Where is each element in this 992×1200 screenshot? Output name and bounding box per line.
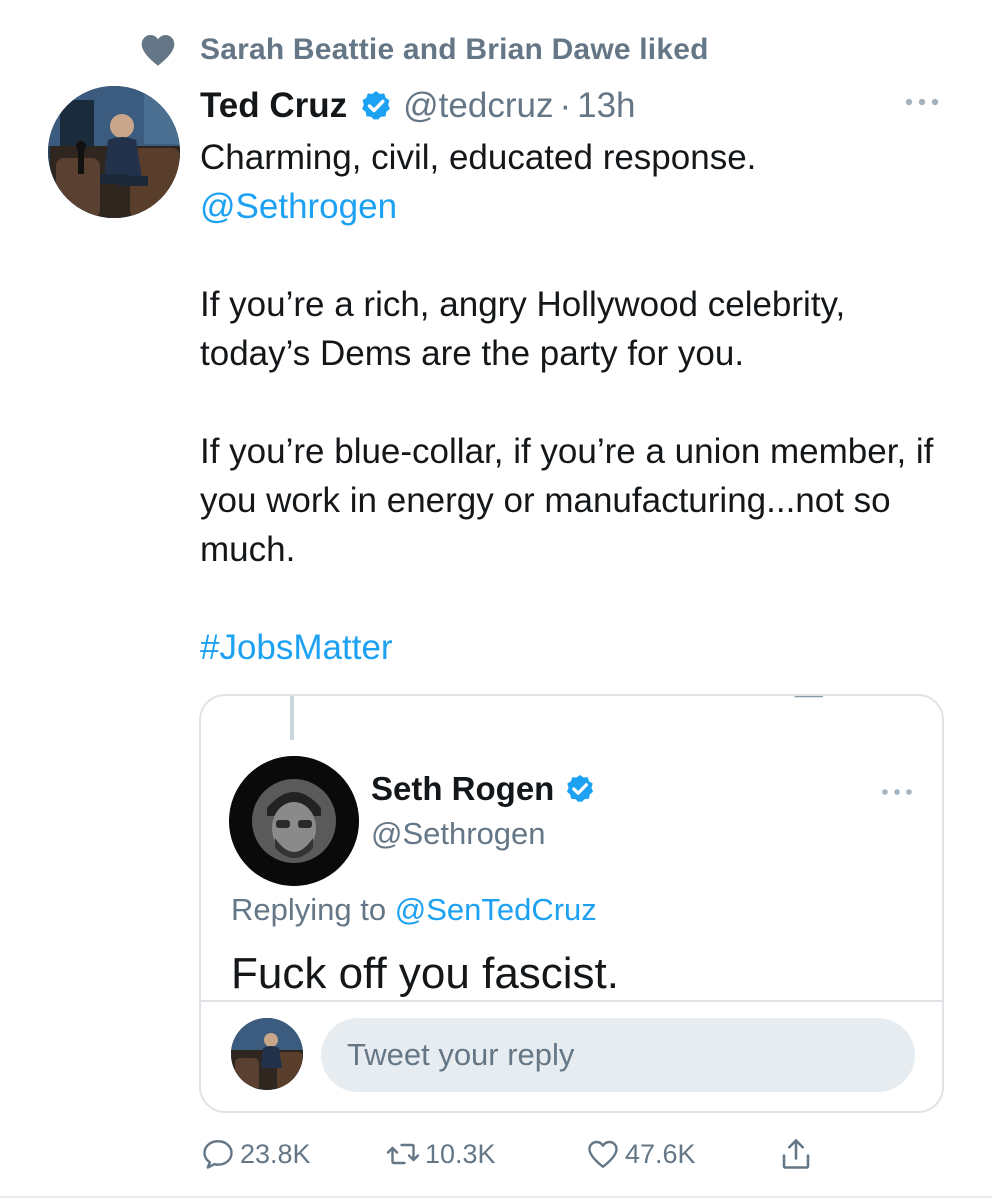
- embedded-screenshot-card[interactable]: Seth Rogen @Sethrogen Replying to @SenTe…: [199, 694, 944, 1113]
- thread-line: [290, 696, 294, 740]
- author-name[interactable]: Ted Cruz: [200, 86, 347, 126]
- tweet-body-paragraph-3: If you’re blue-collar, if you’re a union…: [200, 432, 934, 569]
- cropped-action-row-decoration: [794, 696, 823, 698]
- avatar-image: [48, 86, 180, 218]
- tweet-body-line1: Charming, civil, educated response.: [200, 138, 757, 177]
- retweet-count: 10.3K: [425, 1138, 496, 1169]
- embedded-tweet-text: Fuck off you fascist.: [231, 949, 620, 998]
- verified-badge-icon: [362, 91, 391, 120]
- reply-input[interactable]: Tweet your reply: [321, 1018, 915, 1092]
- retweet-icon: [386, 1143, 420, 1165]
- like-count: 47.6K: [625, 1138, 696, 1169]
- social-context[interactable]: Sarah Beattie and Brian Dawe liked: [138, 30, 709, 70]
- card-divider: [201, 1000, 942, 1002]
- replying-to-link[interactable]: @SenTedCruz: [395, 892, 597, 927]
- replying-to-line: Replying to @SenTedCruz: [231, 892, 597, 928]
- embedded-more-options-icon: [882, 789, 912, 795]
- hashtag-link[interactable]: #JobsMatter: [200, 623, 960, 672]
- embedded-author-name[interactable]: Seth Rogen: [371, 770, 554, 808]
- share-button[interactable]: [778, 1134, 818, 1174]
- like-icon: [588, 1140, 618, 1168]
- social-context-text: Sarah Beattie and Brian Dawe liked: [200, 33, 709, 66]
- reply-count: 23.8K: [240, 1138, 311, 1169]
- embedded-author-handle[interactable]: @Sethrogen: [371, 816, 546, 852]
- reply-avatar: [231, 1018, 303, 1090]
- embedded-author-name-row: Seth Rogen: [371, 770, 596, 808]
- tweet-body: Charming, civil, educated response. @Set…: [200, 133, 960, 672]
- retweet-button[interactable]: 10.3K: [385, 1134, 496, 1174]
- author-handle[interactable]: @tedcruz: [403, 86, 553, 126]
- embedded-author-avatar[interactable]: [229, 756, 359, 886]
- like-button[interactable]: 47.6K: [585, 1134, 696, 1174]
- mention-link[interactable]: @Sethrogen: [200, 182, 960, 231]
- tweet-header: Ted Cruz @tedcruz · 13h: [200, 82, 636, 130]
- share-icon: [782, 1139, 810, 1169]
- reply-button[interactable]: 23.8K: [200, 1134, 311, 1174]
- author-avatar[interactable]: [48, 86, 180, 218]
- embedded-avatar-image: [229, 756, 359, 886]
- more-options-icon[interactable]: [904, 92, 940, 112]
- verified-badge-icon: [567, 775, 594, 803]
- tweet-timestamp[interactable]: 13h: [577, 86, 635, 126]
- heart-icon: [141, 35, 175, 66]
- comment-icon: [203, 1140, 233, 1169]
- replying-to-prefix: Replying to: [231, 892, 395, 927]
- header-separator: ·: [559, 86, 572, 125]
- bottom-divider: [0, 1196, 992, 1198]
- reply-avatar-image: [231, 1018, 303, 1090]
- tweet-body-paragraph-2: If you’re a rich, angry Hollywood celebr…: [200, 285, 846, 373]
